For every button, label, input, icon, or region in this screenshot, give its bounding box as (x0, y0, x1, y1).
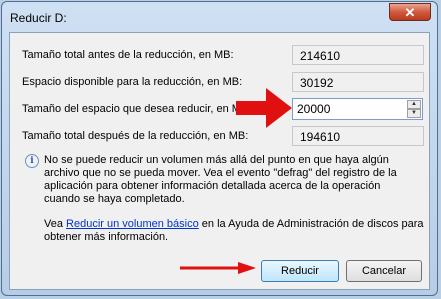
close-icon: ✕ (404, 5, 416, 20)
final-size-value: 194610 (300, 130, 341, 144)
available-space-row: Espacio disponible para la reducción, en… (22, 72, 424, 94)
available-space-label: Espacio disponible para la reducción, en… (22, 76, 243, 88)
info-message: No se puede reducir un volumen más allá … (44, 154, 397, 205)
annotation-arrow-field (236, 88, 292, 128)
shrink-amount-field[interactable]: ▲ ▼ (292, 98, 423, 120)
help-link[interactable]: Reducir un volumen básico (66, 218, 199, 230)
total-size-value: 214610 (300, 49, 341, 63)
available-space-value: 30192 (300, 76, 334, 90)
total-size-label: Tamaño total antes de la reducción, en M… (22, 49, 234, 61)
shrink-dialog: Reducir D: ✕ Tamaño total antes de la re… (1, 1, 438, 296)
help-message: Vea Reducir un volumen básico en la Ayud… (44, 218, 424, 244)
shrink-button[interactable]: Reducir (261, 260, 339, 282)
shrink-amount-label: Tamaño del espacio que desea reducir, en… (22, 103, 252, 115)
shrink-amount-input[interactable] (297, 101, 397, 117)
help-prefix: Vea (44, 218, 67, 230)
shrink-amount-stepper[interactable]: ▲ ▼ (407, 100, 421, 118)
annotation-arrow-button (180, 262, 256, 274)
close-button[interactable]: ✕ (389, 3, 431, 21)
spin-up-icon[interactable]: ▲ (407, 100, 421, 109)
title-bar: Reducir D: ✕ (2, 2, 437, 32)
info-icon: i (25, 154, 39, 168)
spin-down-icon[interactable]: ▼ (407, 109, 421, 118)
dialog-title: Reducir D: (10, 11, 67, 25)
cancel-button[interactable]: Cancelar (346, 260, 422, 282)
dialog-body: Tamaño total antes de la reducción, en M… (9, 32, 430, 290)
total-size-row: Tamaño total antes de la reducción, en M… (22, 45, 424, 67)
final-size-row: Tamaño total después de la reducción, en… (22, 126, 424, 148)
final-size-label: Tamaño total después de la reducción, en… (22, 130, 249, 142)
shrink-amount-row: Tamaño del espacio que desea reducir, en… (22, 98, 423, 121)
